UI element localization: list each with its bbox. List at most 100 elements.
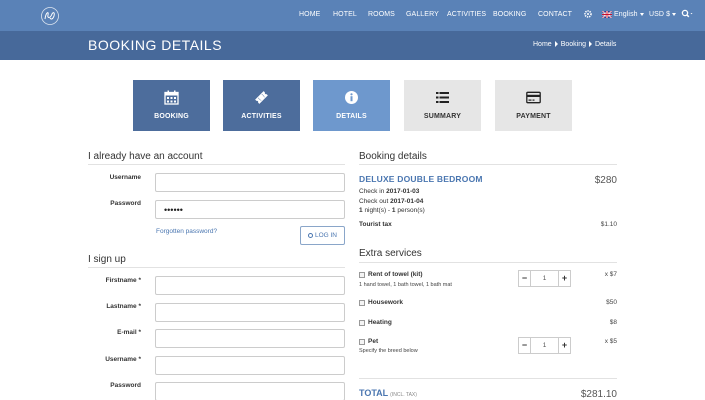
divider bbox=[359, 378, 617, 379]
persons-label: person(s) bbox=[397, 207, 425, 214]
password-label: Password bbox=[110, 200, 141, 207]
breadcrumb-booking[interactable]: Booking bbox=[561, 41, 586, 48]
nav-activities[interactable]: ACTIVITIES bbox=[447, 11, 486, 18]
step-label: DETAILS bbox=[336, 113, 367, 120]
service-name: Heating bbox=[368, 319, 392, 326]
quantity-stepper[interactable]: − 1 + bbox=[518, 270, 571, 287]
list-icon bbox=[436, 92, 449, 103]
service-price: $8 bbox=[609, 319, 617, 326]
ticket-icon bbox=[255, 91, 268, 104]
breadcrumb-home[interactable]: Home bbox=[533, 41, 552, 48]
checkin-label: Check in bbox=[359, 188, 385, 195]
step-activities[interactable]: ACTIVITIES bbox=[223, 80, 300, 131]
divider bbox=[88, 267, 345, 268]
email-label: E-mail * bbox=[117, 329, 141, 336]
firstname-input[interactable] bbox=[155, 276, 345, 295]
quantity-stepper[interactable]: − 1 + bbox=[518, 337, 571, 354]
total-price: $281.10 bbox=[580, 389, 617, 400]
hotel-logo[interactable] bbox=[38, 6, 62, 26]
step-booking[interactable]: BOOKING bbox=[133, 80, 210, 131]
login-username-input[interactable] bbox=[155, 173, 345, 192]
heating-checkbox[interactable] bbox=[359, 320, 365, 326]
firstname-label: Firstname * bbox=[105, 277, 141, 284]
nights-label: night(s) - bbox=[364, 207, 391, 214]
language-label: English bbox=[614, 11, 638, 18]
caret-down-icon bbox=[672, 12, 677, 16]
housework-checkbox[interactable] bbox=[359, 300, 365, 306]
minus-button[interactable]: − bbox=[519, 271, 531, 286]
divider bbox=[359, 262, 617, 263]
stay-summary: 1 night(s) - 1 person(s) bbox=[359, 207, 425, 214]
credit-card-icon bbox=[526, 91, 541, 104]
towel-checkbox[interactable] bbox=[359, 272, 365, 278]
signup-section-title: I sign up bbox=[88, 254, 126, 265]
step-label: SUMMARY bbox=[423, 113, 462, 120]
plus-button[interactable]: + bbox=[558, 271, 570, 286]
service-price: $50 bbox=[606, 299, 617, 306]
chevron-right-icon bbox=[554, 41, 558, 48]
forgot-password-link[interactable]: Forgotten password? bbox=[156, 228, 217, 235]
account-section-title: I already have an account bbox=[88, 151, 203, 162]
service-name: Pet bbox=[368, 338, 379, 345]
nav-hotel[interactable]: HOTEL bbox=[333, 11, 357, 18]
chevron-right-icon bbox=[588, 41, 592, 48]
step-label: PAYMENT bbox=[516, 113, 551, 120]
currency-selector[interactable]: USD $ bbox=[649, 11, 677, 18]
lastname-input[interactable] bbox=[155, 303, 345, 322]
checkout-line: Check out 2017-01-04 bbox=[359, 198, 423, 205]
lastname-label: Lastname * bbox=[106, 303, 141, 310]
calendar-icon bbox=[164, 90, 179, 105]
divider bbox=[88, 164, 345, 165]
login-button[interactable]: LOG IN bbox=[300, 226, 345, 245]
service-desc: Specify the breed below bbox=[359, 348, 418, 354]
signup-password-label: Password bbox=[110, 382, 141, 389]
plus-button[interactable]: + bbox=[558, 338, 570, 353]
settings-gear-icon[interactable] bbox=[583, 9, 593, 19]
step-label: ACTIVITIES bbox=[241, 113, 282, 120]
page-title: BOOKING DETAILS bbox=[88, 37, 223, 53]
nav-gallery[interactable]: GALLERY bbox=[406, 11, 439, 18]
room-price: $280 bbox=[594, 175, 617, 186]
step-payment[interactable]: PAYMENT bbox=[495, 80, 572, 131]
service-name: Housework bbox=[368, 299, 404, 306]
step-details[interactable]: DETAILS bbox=[313, 80, 390, 131]
username-label: Username bbox=[109, 174, 141, 181]
nav-contact[interactable]: CONTACT bbox=[538, 11, 572, 18]
quantity-value[interactable]: 1 bbox=[531, 338, 558, 353]
service-price: x $7 bbox=[604, 271, 617, 278]
tourist-tax-price: $1.10 bbox=[600, 221, 617, 228]
total-tax-note: (INCL. TAX) bbox=[390, 392, 417, 398]
extras-section-title: Extra services bbox=[359, 248, 422, 259]
total-label: TOTAL (INCL. TAX) bbox=[359, 388, 417, 398]
login-button-label: LOG IN bbox=[314, 232, 338, 239]
password-value: •••••• bbox=[164, 205, 183, 215]
search-toggle[interactable] bbox=[681, 9, 693, 19]
email-input[interactable] bbox=[155, 329, 345, 348]
search-icon bbox=[681, 9, 693, 18]
uk-flag-icon bbox=[602, 11, 612, 18]
service-name: Rent of towel (kit) bbox=[368, 271, 423, 278]
language-selector[interactable]: English bbox=[614, 11, 644, 18]
nav-home[interactable]: HOME bbox=[299, 11, 320, 18]
quantity-value[interactable]: 1 bbox=[531, 271, 558, 286]
total-text: TOTAL bbox=[359, 388, 389, 398]
signup-username-label: Username * bbox=[105, 356, 141, 363]
nav-booking[interactable]: BOOKING bbox=[493, 11, 526, 18]
signup-password-input[interactable] bbox=[155, 382, 345, 400]
breadcrumb-details: Details bbox=[594, 41, 617, 48]
signup-username-input[interactable] bbox=[155, 356, 345, 375]
pet-checkbox[interactable] bbox=[359, 339, 365, 345]
room-name[interactable]: DELUXE DOUBLE BEDROOM bbox=[359, 174, 483, 184]
checkin-date: 2017-01-03 bbox=[386, 188, 420, 195]
checkout-label: Check out bbox=[359, 198, 389, 205]
login-password-input[interactable]: •••••• bbox=[155, 200, 345, 219]
persons-count: 1 bbox=[391, 207, 396, 214]
step-summary[interactable]: SUMMARY bbox=[404, 80, 481, 131]
info-icon bbox=[345, 91, 358, 104]
checkin-line: Check in 2017-01-03 bbox=[359, 188, 419, 195]
nav-rooms[interactable]: ROOMS bbox=[368, 11, 395, 18]
service-price: x $5 bbox=[604, 338, 617, 345]
minus-button[interactable]: − bbox=[519, 338, 531, 353]
top-navbar: HOME HOTEL ROOMS GALLERY ACTIVITIES BOOK… bbox=[0, 0, 705, 31]
circle-icon bbox=[307, 232, 313, 238]
